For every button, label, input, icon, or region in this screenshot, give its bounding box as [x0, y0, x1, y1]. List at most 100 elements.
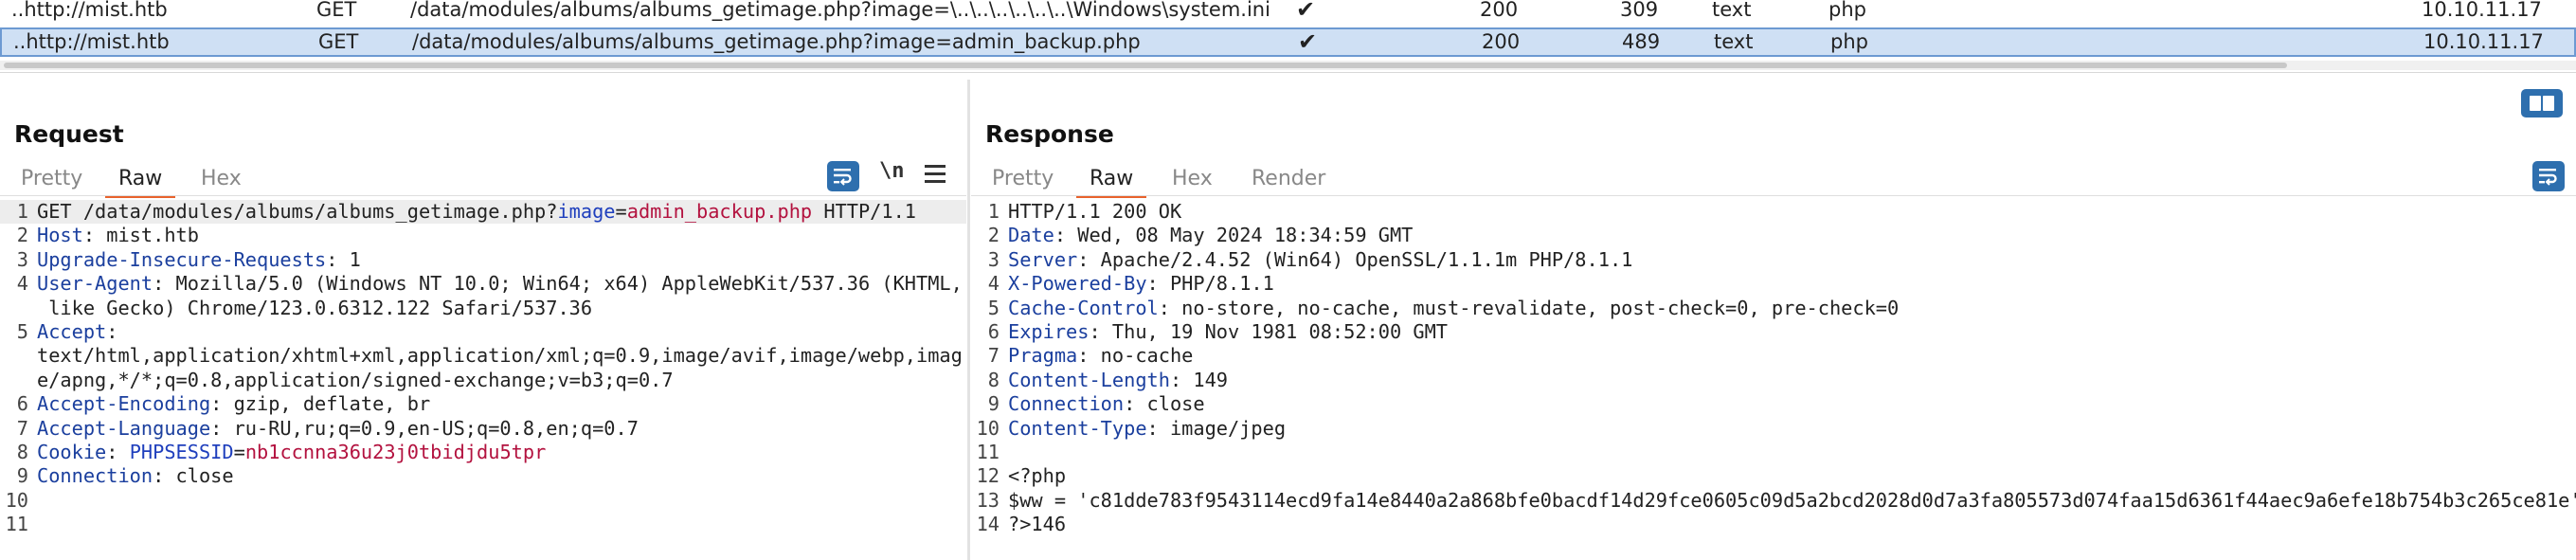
request-editor[interactable]: 1 GET /data/modules/albums/albums_getimag… [0, 200, 966, 560]
line-number: 5 [987, 296, 1000, 319]
table-row-selected[interactable]: ..http://mist.htb GET /data/modules/albu… [0, 27, 2576, 57]
tab-pretty[interactable]: Pretty [8, 163, 96, 195]
pane-divider[interactable] [967, 80, 970, 560]
code-line: 10 [0, 489, 966, 513]
url-cell: /data/modules/albums/albums_getimage.php… [410, 0, 1270, 21]
line-number: 11 [5, 513, 28, 536]
mime-cell: text [1712, 0, 1752, 21]
code-token: : no-store, no-cache, must-revalidate, p… [1158, 296, 1900, 319]
code-line: 10 Content-Type: image/jpeg [971, 417, 2576, 441]
line-number: 2 [987, 224, 1000, 247]
horizontal-scrollbar[interactable] [0, 61, 2576, 70]
extension-cell: php [1830, 30, 1868, 53]
line-number: 1 [16, 200, 28, 223]
code-token: : Apache/2.4.52 (Win64) OpenSSL/1.1.1m P… [1077, 247, 1633, 271]
code-text: HTTP/1.1 200 OK [1008, 200, 1181, 224]
code-text: text/html,application/xhtml+xml,applicat… [37, 344, 963, 368]
code-token: text/html,application/xhtml+xml,applicat… [37, 344, 963, 368]
table-row[interactable]: ..http://mist.htb GET /data/modules/albu… [0, 0, 2576, 25]
code-token: Connection [37, 464, 153, 488]
code-token: Cookie [37, 440, 107, 463]
divider [971, 195, 2576, 196]
code-token: : Wed, 08 May 2024 18:34:59 GMT [1054, 224, 1414, 247]
code-token: : Mozilla/5.0 (Windows NT 10.0; Win64; x… [153, 272, 963, 296]
tab-raw[interactable]: Raw [1076, 163, 1147, 198]
status-cell: 200 [1482, 30, 1521, 53]
length-cell: 489 [1622, 30, 1661, 53]
code-line: text/html,application/xhtml+xml,applicat… [0, 344, 966, 368]
code-token: image [557, 200, 616, 223]
code-line: 5 Accept: [0, 320, 966, 344]
line-number: 4 [16, 272, 28, 296]
newline-toggle[interactable]: \n [879, 159, 905, 183]
code-line: 9 Connection: close [971, 392, 2576, 416]
line-number: 13 [976, 488, 1000, 512]
code-line: 3 Upgrade-Insecure-Requests: 1 [0, 248, 966, 272]
code-text: e/apng,*/*;q=0.8,application/signed-exch… [37, 369, 674, 392]
code-token: Expires [1008, 319, 1090, 343]
code-token: = [615, 200, 627, 223]
code-token: : close [1124, 392, 1205, 416]
tab-hex[interactable]: Hex [188, 163, 255, 195]
code-text: Expires: Thu, 19 Nov 1981 08:52:00 GMT [1008, 320, 1448, 344]
code-line: 3 Server: Apache/2.4.52 (Win64) OpenSSL/1… [971, 248, 2576, 272]
code-text: ?>146 [1008, 513, 1066, 536]
code-text: Server: Apache/2.4.52 (Win64) OpenSSL/1.… [1008, 248, 1632, 272]
code-token: : image/jpeg [1146, 416, 1287, 440]
code-token: Accept-Language [37, 416, 211, 440]
code-line: 2 Host: mist.htb [0, 224, 966, 247]
code-token: PHPSESSID [129, 440, 234, 463]
code-line: 4 User-Agent: Mozilla/5.0 (Windows NT 10.… [0, 272, 966, 296]
scrollbar-thumb[interactable] [4, 63, 2287, 68]
code-line: 2 Date: Wed, 08 May 2024 18:34:59 GMT [971, 224, 2576, 247]
code-token: nb1ccnna36u23j0tbidjdu5tpr [244, 440, 547, 463]
line-number: 12 [976, 464, 1000, 488]
code-token: : Thu, 19 Nov 1981 08:52:00 GMT [1089, 319, 1449, 343]
tab-hex[interactable]: Hex [1159, 163, 1226, 195]
ip-cell: 10.10.11.17 [2423, 30, 2544, 53]
wrap-lines-icon[interactable] [827, 161, 859, 191]
code-token: Host [37, 224, 83, 247]
code-text: Accept-Encoding: gzip, deflate, br [37, 392, 430, 416]
code-token: : PHP/8.1.1 [1146, 272, 1274, 296]
code-token: Upgrade-Insecure-Requests [37, 247, 327, 271]
code-line: like Gecko) Chrome/123.0.6312.122 Safari… [0, 297, 966, 320]
code-line: 6 Expires: Thu, 19 Nov 1981 08:52:00 GMT [971, 320, 2576, 344]
line-number: 6 [16, 392, 28, 416]
host-cell: ..http://mist.htb [13, 30, 170, 53]
code-token: GET /data/modules/albums/albums_getimage… [37, 200, 558, 223]
code-line: 13 $ww = 'c81dde783f9543114ecd9fa14e8440a… [971, 489, 2576, 513]
code-text: Accept-Language: ru-RU,ru;q=0.9,en-US;q=… [37, 417, 639, 441]
request-title: Request [14, 120, 124, 148]
code-text: <?php [1008, 464, 1066, 488]
line-number: 7 [16, 416, 28, 440]
tab-pretty[interactable]: Pretty [979, 163, 1067, 195]
hamburger-menu-icon[interactable] [925, 165, 946, 184]
line-number: 9 [16, 464, 28, 488]
edited-check-icon: ✔ [1296, 0, 1316, 23]
code-token: HTTP/1.1 200 OK [1008, 200, 1182, 223]
code-line: 14 ?>146 [971, 513, 2576, 536]
wrap-lines-icon[interactable] [2532, 161, 2565, 191]
line-number: 1 [987, 200, 1000, 223]
code-text: Pragma: no-cache [1008, 344, 1193, 368]
code-text: Upgrade-Insecure-Requests: 1 [37, 248, 361, 272]
code-token: like Gecko) Chrome/123.0.6312.122 Safari… [37, 296, 593, 319]
tab-raw[interactable]: Raw [105, 163, 176, 198]
code-line: 1 GET /data/modules/albums/albums_getimag… [0, 200, 966, 225]
code-token: User-Agent [37, 272, 153, 296]
ip-cell: 10.10.11.17 [2422, 0, 2542, 21]
line-number: 14 [976, 513, 1000, 536]
code-token: : ru-RU,ru;q=0.9,en-US;q=0.8,en;q=0.7 [210, 416, 639, 440]
divider [0, 195, 966, 196]
line-number: 8 [987, 368, 1000, 391]
code-token: X-Powered-By [1008, 272, 1147, 296]
url-cell: /data/modules/albums/albums_getimage.php… [412, 30, 1141, 53]
code-line: 9 Connection: close [0, 464, 966, 488]
response-tabs: Pretty Raw Hex Render [971, 163, 2576, 198]
line-number: 4 [987, 272, 1000, 296]
line-number: 2 [16, 224, 28, 247]
tab-render[interactable]: Render [1238, 163, 1339, 195]
code-token: Accept-Encoding [37, 392, 211, 416]
response-editor[interactable]: 1 HTTP/1.1 200 OK 2 Date: Wed, 08 May 2024 … [971, 200, 2576, 560]
